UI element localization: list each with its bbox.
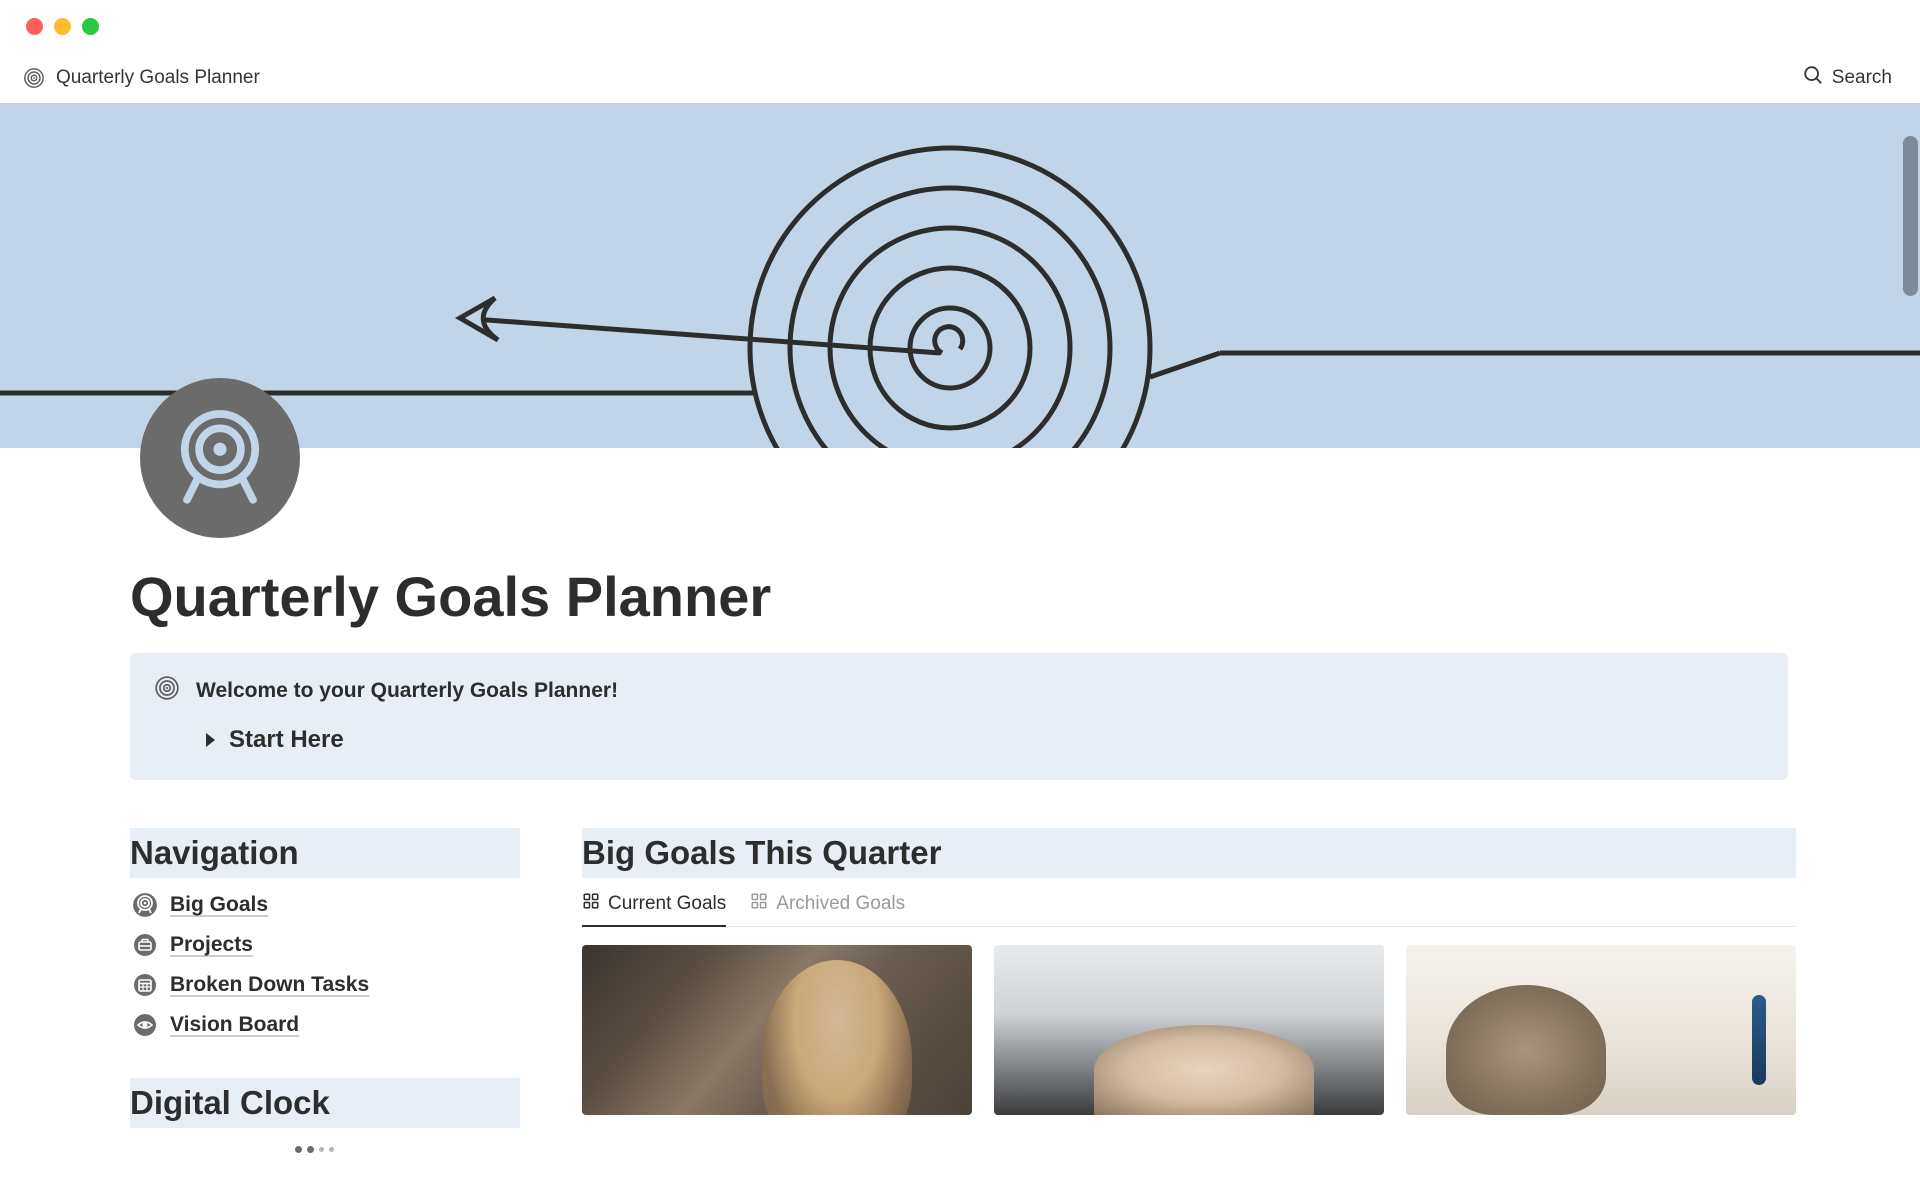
- window-close-button[interactable]: [26, 18, 43, 35]
- nav-item-label: Projects: [170, 933, 253, 957]
- top-bar: Quarterly Goals Planner Search: [0, 53, 1920, 103]
- target-icon: [165, 403, 275, 513]
- search-button[interactable]: Search: [1802, 64, 1892, 92]
- gallery-icon: [582, 892, 600, 916]
- page-title: Quarterly Goals Planner: [130, 564, 1788, 629]
- chevron-right-icon: [206, 733, 215, 747]
- window-maximize-button[interactable]: [82, 18, 99, 35]
- vertical-scrollbar[interactable]: [1903, 136, 1918, 296]
- nav-item-label: Broken Down Tasks: [170, 973, 369, 997]
- nav-item-vision-board[interactable]: Vision Board: [132, 1012, 520, 1038]
- target-icon: [154, 675, 180, 706]
- digital-clock-heading-text: Digital Clock: [130, 1084, 520, 1122]
- breadcrumb-title: Quarterly Goals Planner: [56, 67, 260, 89]
- window-controls: [0, 0, 1920, 53]
- start-here-toggle[interactable]: Start Here: [206, 726, 1764, 754]
- search-icon: [1802, 64, 1824, 92]
- loading-indicator: [130, 1146, 520, 1153]
- welcome-callout: Welcome to your Quarterly Goals Planner!…: [130, 653, 1788, 780]
- goals-tabs: Current Goals Archived Goals: [582, 892, 1796, 927]
- goal-card[interactable]: [582, 945, 972, 1115]
- nav-item-label: Vision Board: [170, 1013, 299, 1037]
- tab-label: Current Goals: [608, 893, 726, 915]
- page-icon[interactable]: [140, 378, 300, 538]
- right-column: Big Goals This Quarter Current Goals Arc…: [582, 828, 1796, 1153]
- target-icon: [22, 66, 46, 90]
- nav-item-label: Big Goals: [170, 893, 268, 917]
- goals-card-grid: [582, 945, 1796, 1115]
- navigation-heading-text: Navigation: [130, 834, 520, 872]
- left-column: Navigation Big Goals Projects: [130, 828, 520, 1153]
- breadcrumb[interactable]: Quarterly Goals Planner: [22, 66, 260, 90]
- navigation-list: Big Goals Projects Broken Down Tasks: [130, 892, 520, 1038]
- big-goals-heading: Big Goals This Quarter: [582, 828, 1796, 878]
- start-here-label: Start Here: [229, 726, 344, 754]
- callout-welcome-text: Welcome to your Quarterly Goals Planner!: [196, 679, 618, 703]
- navigation-heading: Navigation: [130, 828, 520, 878]
- calendar-icon: [132, 972, 158, 998]
- nav-item-projects[interactable]: Projects: [132, 932, 520, 958]
- goal-card[interactable]: [1406, 945, 1796, 1115]
- search-label: Search: [1832, 67, 1892, 89]
- goal-card[interactable]: [994, 945, 1384, 1115]
- nav-item-big-goals[interactable]: Big Goals: [132, 892, 520, 918]
- tab-label: Archived Goals: [776, 893, 905, 915]
- window-minimize-button[interactable]: [54, 18, 71, 35]
- tab-current-goals[interactable]: Current Goals: [582, 892, 726, 926]
- gallery-icon: [750, 892, 768, 916]
- nav-item-broken-down-tasks[interactable]: Broken Down Tasks: [132, 972, 520, 998]
- digital-clock-heading: Digital Clock: [130, 1078, 520, 1128]
- page-content: Quarterly Goals Planner Welcome to your …: [130, 548, 1788, 1153]
- eye-icon: [132, 1012, 158, 1038]
- big-goals-heading-text: Big Goals This Quarter: [582, 834, 1796, 872]
- briefcase-icon: [132, 932, 158, 958]
- target-icon: [132, 892, 158, 918]
- tab-archived-goals[interactable]: Archived Goals: [750, 892, 905, 926]
